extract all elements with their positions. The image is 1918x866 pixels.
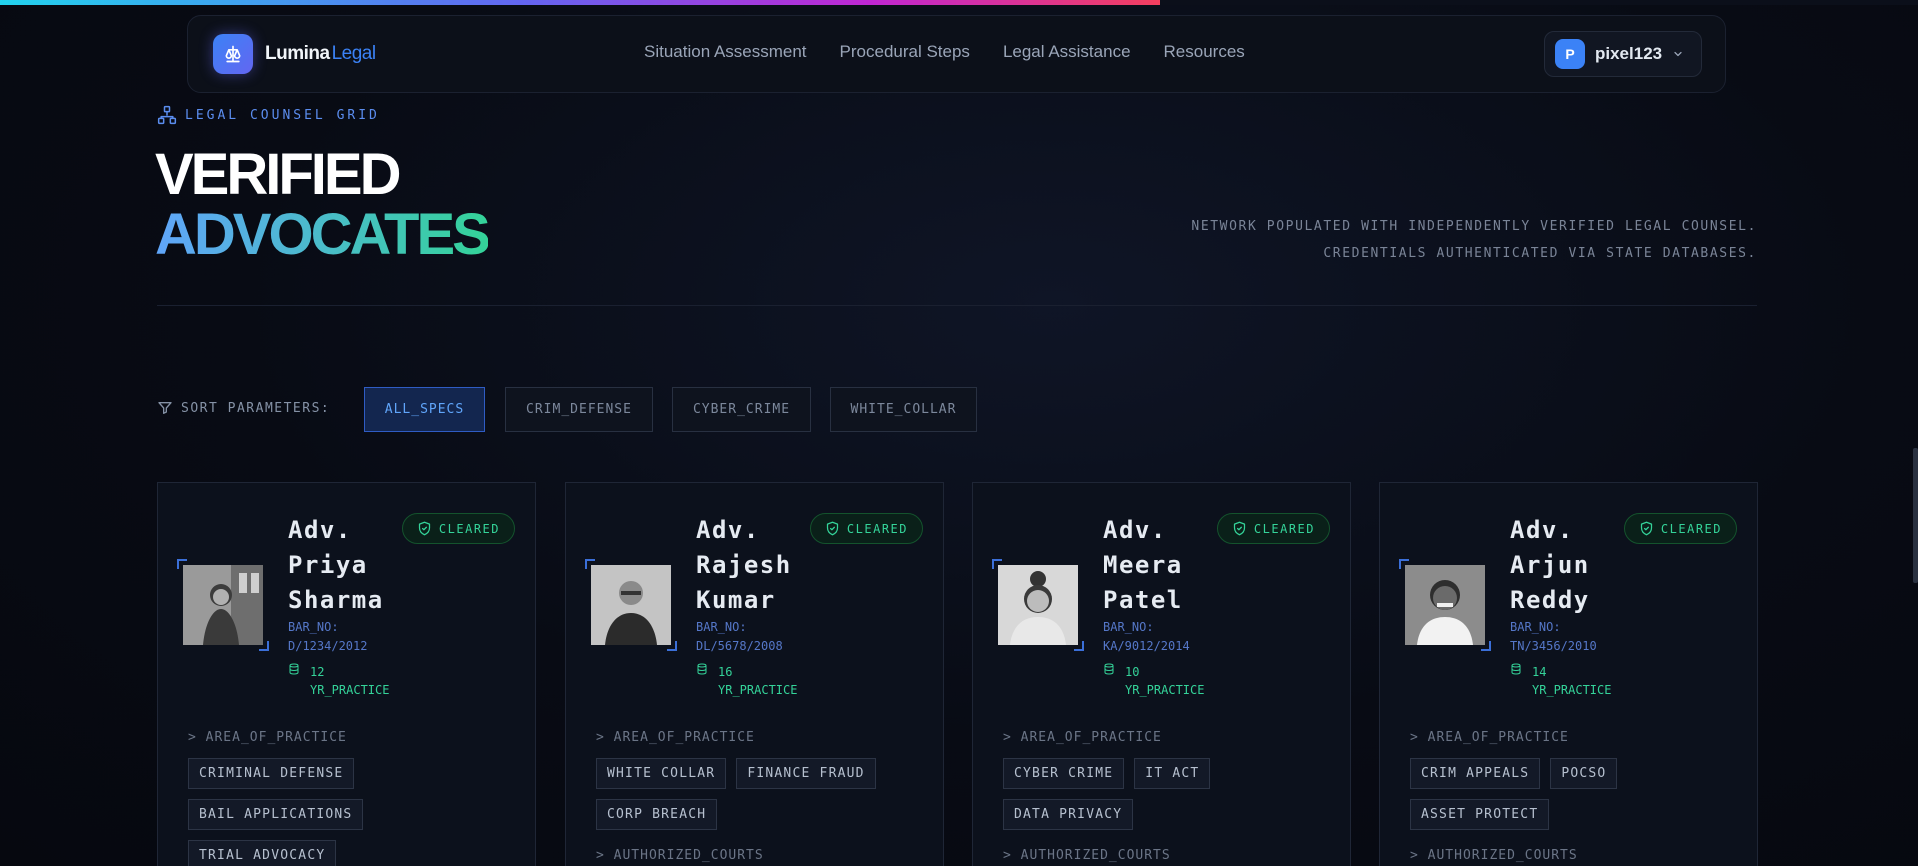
practice-tags: WHITE COLLAR FINANCE FRAUD CORP BREACH bbox=[596, 758, 926, 830]
practice-tag: CRIMINAL DEFENSE bbox=[188, 758, 355, 789]
bar-number: BAR_NO: DL/5678/2008 bbox=[696, 620, 783, 653]
network-icon bbox=[157, 105, 177, 125]
practice-tags: CRIM APPEALS POCSO ASSET PROTECT bbox=[1410, 758, 1740, 830]
brand-name: Lumina Legal bbox=[265, 43, 377, 64]
courts-heading: > AUTHORIZED_COURTS bbox=[1003, 848, 1171, 863]
practice-tag: CRIM APPEALS bbox=[1410, 758, 1541, 789]
filter-cyber-crime[interactable]: CYBER_CRIME bbox=[672, 387, 811, 432]
advocate-card[interactable]: CLEARED Adv. Meera Patel BAR_NO: KA/9012/… bbox=[972, 482, 1351, 866]
practice-tag: BAIL APPLICATIONS bbox=[188, 799, 364, 830]
advocate-card[interactable]: CLEARED Adv. Rajesh Kumar BAR_NO: DL/5678… bbox=[565, 482, 944, 866]
brand-accent: Legal bbox=[331, 43, 377, 64]
shield-check-icon bbox=[418, 521, 431, 536]
advocate-photo bbox=[177, 559, 269, 651]
eyebrow-text: LEGAL COUNSEL GRID bbox=[185, 107, 380, 123]
scale-icon bbox=[213, 34, 253, 74]
shield-check-icon bbox=[1640, 521, 1653, 536]
database-icon bbox=[697, 663, 707, 675]
sort-label: SORT PARAMETERS: bbox=[157, 400, 330, 416]
advocate-photo bbox=[585, 559, 677, 651]
top-navbar: Lumina Legal Situation Assessment Procedu… bbox=[187, 15, 1726, 93]
cleared-badge: CLEARED bbox=[809, 513, 923, 544]
advocate-name[interactable]: Adv. Arjun Reddy bbox=[1510, 513, 1630, 618]
shield-check-icon bbox=[1233, 521, 1246, 536]
years-practice: 12 YR_PRACTICE bbox=[288, 663, 389, 699]
practice-tags: CYBER CRIME IT ACT DATA PRIVACY bbox=[1003, 758, 1333, 830]
database-icon bbox=[1511, 663, 1521, 675]
database-icon bbox=[289, 663, 299, 675]
nav-link-legal-assistance[interactable]: Legal Assistance bbox=[1003, 42, 1131, 62]
advocate-photo bbox=[1399, 559, 1491, 651]
practice-heading: > AREA_OF_PRACTICE bbox=[1003, 730, 1162, 745]
cleared-badge: CLEARED bbox=[401, 513, 515, 544]
years-practice: 16 YR_PRACTICE bbox=[696, 663, 797, 699]
brand-logo-link[interactable]: Lumina Legal bbox=[213, 34, 376, 74]
nav-link-resources[interactable]: Resources bbox=[1164, 42, 1245, 62]
courts-heading: > AUTHORIZED_COURTS bbox=[1410, 848, 1578, 863]
years-practice: 14 YR_PRACTICE bbox=[1510, 663, 1611, 699]
practice-tag: POCSO bbox=[1550, 758, 1618, 789]
practice-heading: > AREA_OF_PRACTICE bbox=[1410, 730, 1569, 745]
courts-heading: > AUTHORIZED_COURTS bbox=[596, 848, 764, 863]
chevron-down-icon bbox=[1674, 51, 1682, 57]
page-title-line-1: VERIFIED bbox=[155, 142, 401, 207]
header-divider bbox=[157, 305, 1757, 306]
avatar: P bbox=[1555, 39, 1585, 69]
practice-tag: DATA PRIVACY bbox=[1003, 799, 1134, 830]
advocate-photo bbox=[992, 559, 1084, 651]
practice-tag: FINANCE FRAUD bbox=[736, 758, 876, 789]
practice-tag: ASSET PROTECT bbox=[1410, 799, 1550, 830]
advocate-name[interactable]: Adv. Priya Sharma bbox=[288, 513, 408, 618]
bar-number: BAR_NO: TN/3456/2010 bbox=[1510, 620, 1597, 653]
advocate-name[interactable]: Adv. Rajesh Kumar bbox=[696, 513, 816, 618]
user-menu-button[interactable]: P pixel123 bbox=[1544, 31, 1702, 77]
filter-all-specs[interactable]: ALL_SPECS bbox=[364, 387, 485, 432]
nav-link-situation-assessment[interactable]: Situation Assessment bbox=[644, 42, 807, 62]
years-practice: 10 YR_PRACTICE bbox=[1103, 663, 1204, 699]
cleared-badge: CLEARED bbox=[1623, 513, 1737, 544]
nav-link-procedural-steps[interactable]: Procedural Steps bbox=[840, 42, 970, 62]
practice-tag: TRIAL ADVOCACY bbox=[188, 840, 337, 866]
filter-crim-defense[interactable]: CRIM_DEFENSE bbox=[505, 387, 653, 432]
sort-label-text: SORT PARAMETERS: bbox=[181, 400, 331, 416]
page-scrollbar[interactable] bbox=[1913, 448, 1918, 583]
user-name: pixel123 bbox=[1595, 44, 1663, 63]
database-icon bbox=[1104, 663, 1114, 675]
practice-tag: CYBER CRIME bbox=[1003, 758, 1125, 789]
reading-progress-bar bbox=[0, 0, 1918, 5]
practice-heading: > AREA_OF_PRACTICE bbox=[596, 730, 755, 745]
practice-tags: CRIMINAL DEFENSE BAIL APPLICATIONS TRIAL… bbox=[188, 758, 518, 866]
cleared-badge: CLEARED bbox=[1216, 513, 1330, 544]
advocate-card[interactable]: CLEARED Adv. Priya Sharma BAR_NO: D/1234/… bbox=[157, 482, 536, 866]
page-tagline: NETWORK POPULATED WITH INDEPENDENTLY VER… bbox=[1191, 219, 1757, 261]
practice-tag: WHITE COLLAR bbox=[596, 758, 727, 789]
reading-progress-fill bbox=[0, 0, 1161, 5]
practice-tag: CORP BREACH bbox=[596, 799, 718, 830]
advocate-name[interactable]: Adv. Meera Patel bbox=[1103, 513, 1223, 618]
bar-number: BAR_NO: D/1234/2012 bbox=[288, 620, 368, 653]
shield-check-icon bbox=[826, 521, 839, 536]
bar-number: BAR_NO: KA/9012/2014 bbox=[1103, 620, 1190, 653]
advocate-card[interactable]: CLEARED Adv. Arjun Reddy BAR_NO: TN/3456/… bbox=[1379, 482, 1758, 866]
filter-white-collar[interactable]: WHITE_COLLAR bbox=[830, 387, 977, 432]
practice-heading: > AREA_OF_PRACTICE bbox=[188, 730, 347, 745]
practice-tag: IT ACT bbox=[1134, 758, 1211, 789]
nav-links: Situation Assessment Procedural Steps Le… bbox=[644, 42, 1245, 62]
page-title-line-2: ADVOCATES bbox=[155, 202, 491, 267]
filter-icon bbox=[158, 402, 172, 414]
section-eyebrow: LEGAL COUNSEL GRID bbox=[157, 105, 380, 125]
